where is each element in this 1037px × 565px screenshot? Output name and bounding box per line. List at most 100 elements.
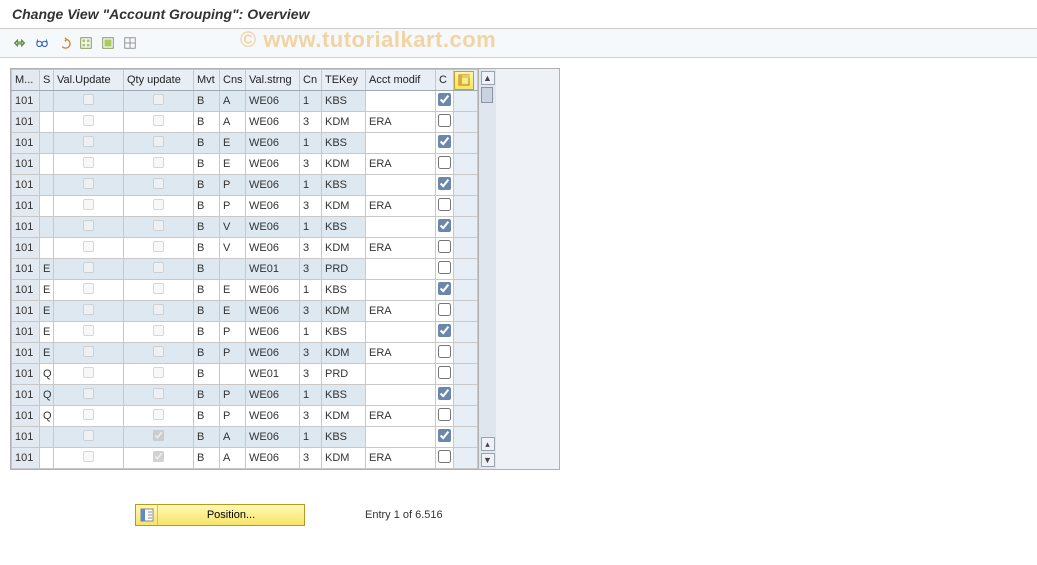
- cell-c-checkbox[interactable]: [438, 198, 451, 211]
- table-row[interactable]: 101BPWE063KDMERA: [12, 196, 478, 217]
- cell-c-checkbox[interactable]: [438, 345, 451, 358]
- table-settings-button[interactable]: [454, 71, 474, 90]
- cell-c-checkbox[interactable]: [438, 135, 451, 148]
- col-tekey[interactable]: TEKey: [322, 70, 366, 91]
- table-row[interactable]: 101EBWE013PRD: [12, 259, 478, 280]
- cell-acct-modif[interactable]: [366, 280, 436, 301]
- col-m[interactable]: M...: [12, 70, 40, 91]
- table-row[interactable]: 101EBPWE063KDMERA: [12, 343, 478, 364]
- cell-m[interactable]: 101: [12, 112, 40, 133]
- table-row[interactable]: 101BVWE061KBS: [12, 217, 478, 238]
- col-s[interactable]: S: [40, 70, 54, 91]
- cell-acct-modif[interactable]: [366, 217, 436, 238]
- cell-m[interactable]: 101: [12, 238, 40, 259]
- cell-acct-modif[interactable]: [366, 259, 436, 280]
- cell-m[interactable]: 101: [12, 322, 40, 343]
- cell-c-checkbox[interactable]: [438, 93, 451, 106]
- table-row[interactable]: 101BEWE063KDMERA: [12, 154, 478, 175]
- toolbar-select-block-button[interactable]: [98, 33, 118, 53]
- toolbar-expand-button[interactable]: [10, 33, 30, 53]
- cell-acct-modif[interactable]: [366, 364, 436, 385]
- table-row[interactable]: 101EBPWE061KBS: [12, 322, 478, 343]
- cell-m[interactable]: 101: [12, 280, 40, 301]
- cell-acct-modif[interactable]: ERA: [366, 196, 436, 217]
- cell-spacer: [454, 133, 478, 154]
- cell-m[interactable]: 101: [12, 343, 40, 364]
- table-row[interactable]: 101BAWE063KDMERA: [12, 448, 478, 469]
- cell-c-checkbox[interactable]: [438, 429, 451, 442]
- cell-c-checkbox[interactable]: [438, 219, 451, 232]
- cell-c-checkbox[interactable]: [438, 387, 451, 400]
- table-row[interactable]: 101QBPWE061KBS: [12, 385, 478, 406]
- table-row[interactable]: 101BPWE061KBS: [12, 175, 478, 196]
- cell-acct-modif[interactable]: ERA: [366, 112, 436, 133]
- cell-c-checkbox[interactable]: [438, 324, 451, 337]
- cell-m[interactable]: 101: [12, 154, 40, 175]
- col-qty-update[interactable]: Qty update: [124, 70, 194, 91]
- cell-m[interactable]: 101: [12, 196, 40, 217]
- cell-acct-modif[interactable]: [366, 322, 436, 343]
- cell-acct-modif[interactable]: ERA: [366, 406, 436, 427]
- cell-m[interactable]: 101: [12, 406, 40, 427]
- vertical-scrollbar[interactable]: ▲ ▴ ▼: [478, 69, 496, 469]
- cell-acct-modif[interactable]: [366, 175, 436, 196]
- cell-c-checkbox[interactable]: [438, 240, 451, 253]
- toolbar-display-button[interactable]: [32, 33, 52, 53]
- scroll-down-button[interactable]: ▼: [481, 453, 495, 467]
- cell-c-checkbox[interactable]: [438, 450, 451, 463]
- col-cns[interactable]: Cns: [220, 70, 246, 91]
- cell-m[interactable]: 101: [12, 301, 40, 322]
- table-row[interactable]: 101BVWE063KDMERA: [12, 238, 478, 259]
- scroll-up-button[interactable]: ▲: [481, 71, 495, 85]
- cell-c-checkbox[interactable]: [438, 261, 451, 274]
- cell-c-checkbox[interactable]: [438, 114, 451, 127]
- cell-m[interactable]: 101: [12, 217, 40, 238]
- cell-m[interactable]: 101: [12, 385, 40, 406]
- cell-acct-modif[interactable]: ERA: [366, 154, 436, 175]
- scroll-thumb[interactable]: [481, 87, 493, 103]
- cell-c-checkbox[interactable]: [438, 156, 451, 169]
- cell-acct-modif[interactable]: ERA: [366, 448, 436, 469]
- table-row[interactable]: 101EBEWE063KDMERA: [12, 301, 478, 322]
- table-row[interactable]: 101BAWE061KBS: [12, 427, 478, 448]
- toolbar-undo-button[interactable]: [54, 33, 74, 53]
- scroll-down-step-button[interactable]: ▴: [481, 437, 495, 451]
- table-row[interactable]: 101QBPWE063KDMERA: [12, 406, 478, 427]
- cell-acct-modif[interactable]: [366, 385, 436, 406]
- cell-m[interactable]: 101: [12, 259, 40, 280]
- toolbar-deselect-button[interactable]: [120, 33, 140, 53]
- col-cn[interactable]: Cn: [300, 70, 322, 91]
- cell-acct-modif[interactable]: [366, 91, 436, 112]
- cell-val-update: [54, 427, 124, 448]
- table-row[interactable]: 101BEWE061KBS: [12, 133, 478, 154]
- cell-m[interactable]: 101: [12, 427, 40, 448]
- position-button[interactable]: Position...: [135, 504, 305, 526]
- cell-c-checkbox[interactable]: [438, 366, 451, 379]
- cell-acct-modif[interactable]: [366, 133, 436, 154]
- cell-acct-modif[interactable]: ERA: [366, 343, 436, 364]
- cell-acct-modif[interactable]: [366, 427, 436, 448]
- cell-c-checkbox[interactable]: [438, 177, 451, 190]
- cell-c-checkbox[interactable]: [438, 303, 451, 316]
- table-row[interactable]: 101QBWE013PRD: [12, 364, 478, 385]
- cell-m[interactable]: 101: [12, 448, 40, 469]
- cell-m[interactable]: 101: [12, 364, 40, 385]
- cell-m[interactable]: 101: [12, 175, 40, 196]
- table-row[interactable]: 101BAWE063KDMERA: [12, 112, 478, 133]
- col-val-update[interactable]: Val.Update: [54, 70, 124, 91]
- cell-m[interactable]: 101: [12, 91, 40, 112]
- cell-acct-modif[interactable]: ERA: [366, 301, 436, 322]
- toolbar-select-all-button[interactable]: [76, 33, 96, 53]
- cell-c-checkbox[interactable]: [438, 282, 451, 295]
- cell-mvt: B: [194, 217, 220, 238]
- col-c[interactable]: C: [436, 70, 454, 91]
- table-row[interactable]: 101BAWE061KBS: [12, 91, 478, 112]
- col-val-strng[interactable]: Val.strng: [246, 70, 300, 91]
- cell-c-checkbox[interactable]: [438, 408, 451, 421]
- col-mvt[interactable]: Mvt: [194, 70, 220, 91]
- cell-m[interactable]: 101: [12, 133, 40, 154]
- cell-cn: 1: [300, 175, 322, 196]
- col-acct-modif[interactable]: Acct modif: [366, 70, 436, 91]
- cell-acct-modif[interactable]: ERA: [366, 238, 436, 259]
- table-row[interactable]: 101EBEWE061KBS: [12, 280, 478, 301]
